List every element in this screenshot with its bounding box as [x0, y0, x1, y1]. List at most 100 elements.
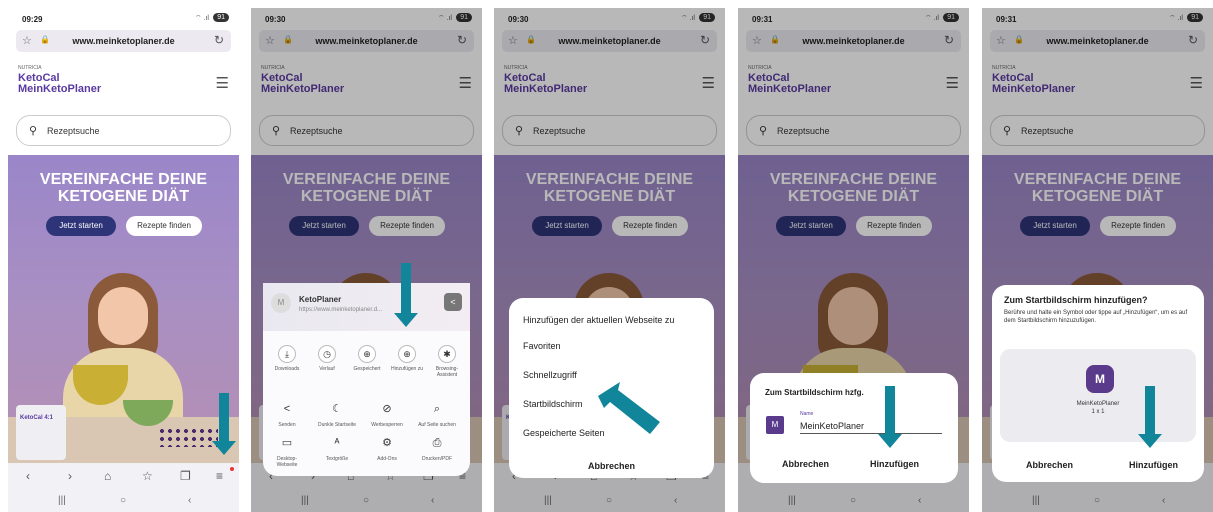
- dialog-description: Berühre und halte ein Symbol oder tippe …: [1004, 310, 1188, 324]
- menu-item-text-size[interactable]: ᴬ Textgröße: [317, 435, 357, 462]
- home-icon[interactable]: ⌂: [104, 469, 111, 483]
- menu-item-browsing-assistant[interactable]: ✱ Browsing-Assistent: [427, 345, 467, 378]
- url-text[interactable]: www.meinketoplaner.de: [16, 36, 231, 46]
- share-icon[interactable]: <: [444, 293, 462, 311]
- signal-icon: ⌔ .ıl: [195, 15, 209, 22]
- hero-banner: VEREINFACHE DEINE KETOGENE DIÄT Jetzt st…: [8, 155, 239, 463]
- menu-item-label: Hinzufügen zu: [391, 366, 423, 372]
- menu-item-desktop-site[interactable]: ▭ Desktop-Webseite: [267, 435, 307, 468]
- start-button[interactable]: Jetzt starten: [46, 216, 116, 236]
- cancel-button[interactable]: Abbrechen: [782, 459, 829, 469]
- berries-image: [158, 427, 218, 447]
- hero-title: VEREINFACHE DEINE KETOGENE DIÄT: [8, 171, 239, 205]
- menu-item-label: Verlauf: [319, 366, 335, 372]
- hero-title-line2: KETOGENE DIÄT: [57, 188, 190, 205]
- menu-item-label: Textgröße: [325, 456, 349, 462]
- menu-item-label: Senden: [278, 422, 296, 428]
- menu-item-label: Add-Ons: [377, 456, 397, 462]
- arrow-down: [885, 386, 895, 434]
- add-button[interactable]: Hinzufügen: [870, 459, 919, 469]
- menu-header: M KetoPlaner https://www.meinketoplaner.d.…: [263, 283, 470, 331]
- add-option-2[interactable]: Startbildschirm: [523, 399, 583, 409]
- phone-screen-4: 09:31 ⌔ .ıl 91 ☆ 🔒 www.meinketoplaner.de…: [738, 8, 969, 512]
- status-time: 09:29: [22, 15, 43, 24]
- add-to-title: Hinzufügen der aktuellen Webseite zu: [523, 315, 675, 325]
- bookmarks-icon[interactable]: ☆: [142, 469, 153, 483]
- find-recipes-button[interactable]: Rezepte finden: [126, 216, 202, 236]
- cancel-button[interactable]: Abbrechen: [509, 461, 714, 471]
- add-homescreen-dialog: Zum Startbildschirm hinzufügen? Berühre u…: [992, 285, 1204, 482]
- desktop-site-icon: ▭: [281, 437, 293, 449]
- reload-icon[interactable]: ↻: [214, 33, 224, 47]
- find-in-page-icon: ⌕: [433, 403, 441, 415]
- browser-menu-icon[interactable]: ≡: [216, 469, 223, 483]
- menu-item-downloads[interactable]: ⤓ Downloads: [267, 345, 307, 372]
- add-button[interactable]: Hinzufügen: [1129, 460, 1178, 470]
- history-icon: ◷: [318, 345, 336, 363]
- arrow-head: [394, 313, 418, 327]
- forward-icon[interactable]: ›: [68, 469, 72, 483]
- back-nav-icon[interactable]: ‹: [188, 495, 191, 506]
- site-url: https://www.meinketoplaner.d...: [299, 307, 383, 313]
- menu-item-add-to[interactable]: ⊕ Hinzufügen zu: [387, 345, 427, 372]
- browser-menu-sheet: M KetoPlaner https://www.meinketoplaner.d.…: [263, 283, 470, 476]
- ad-block-icon: ⊘: [382, 403, 392, 415]
- saved-icon: ⊕: [358, 345, 376, 363]
- arrow-down: [219, 393, 229, 441]
- url-bar[interactable]: ☆ 🔒 www.meinketoplaner.de ↻: [16, 30, 231, 52]
- add-to-icon: ⊕: [398, 345, 416, 363]
- dialog-title: Zum Startbildschirm hinzufügen?: [1004, 295, 1148, 305]
- add-option-1[interactable]: Schnellzugriff: [523, 370, 577, 380]
- status-bar: 09:29 ⌔ .ıl 91: [8, 8, 239, 30]
- menu-item-label: Downloads: [274, 366, 300, 372]
- menu-item-label: Werbesperren: [371, 422, 403, 428]
- menu-item-find-in-page[interactable]: ⌕ Auf Seite suchen: [417, 401, 457, 428]
- arrow-head: [212, 441, 236, 455]
- hero-title-line1: VEREINFACHE DEINE: [39, 171, 208, 188]
- site-name: KetoPlaner: [299, 295, 342, 304]
- app-size: 1 x 1: [1091, 409, 1105, 415]
- menu-item-history[interactable]: ◷ Verlauf: [307, 345, 347, 372]
- back-icon[interactable]: ‹: [26, 469, 30, 483]
- logo-line2: MeinKetoPlaner: [18, 83, 102, 95]
- menu-item-dark-home[interactable]: ☾ Dunkle Startseite: [317, 401, 357, 428]
- downloads-icon: ⤓: [278, 345, 296, 363]
- menu-item-send[interactable]: < Senden: [267, 401, 307, 428]
- browser-toolbar: ‹ › ⌂ ☆ ❐ ≡: [8, 463, 239, 491]
- system-nav-bar: ||| ○ ‹: [8, 491, 239, 512]
- add-home-dialog: Zum Startbildschirm hzfg. M Name MeinKetoPl…: [750, 373, 958, 483]
- menu-item-label: Desktop-Webseite: [276, 456, 298, 468]
- menu-item-print-pdf[interactable]: ⎙ Drucken/PDF: [417, 435, 457, 462]
- name-field[interactable]: MeinKetoPlaner: [800, 421, 942, 434]
- phone-screen-5: 09:31 ⌔ .ıl 91 ☆ 🔒 www.meinketoplaner.de…: [982, 8, 1213, 512]
- dark-home-icon: ☾: [332, 403, 342, 415]
- app-icon: M: [1086, 365, 1114, 393]
- app-preview[interactable]: M MeinKetoPlaner 1 x 1: [1000, 349, 1196, 442]
- recipe-search-input[interactable]: ⚲ Rezeptsuche: [16, 115, 231, 146]
- tutorial-strip: 09:29 ⌔ .ıl 91 ☆ 🔒 www.meinketoplaner.de…: [0, 0, 1213, 512]
- site-logo[interactable]: NUTRICIA KetoCal MeinKetoPlaner: [18, 66, 101, 95]
- browsing-assistant-icon: ✱: [438, 345, 456, 363]
- dialog-title: Zum Startbildschirm hzfg.: [765, 388, 864, 397]
- phone-screen-3: 09:30 ⌔ .ıl 91 ☆ 🔒 www.meinketoplaner.de…: [494, 8, 725, 512]
- hamburger-menu-icon[interactable]: ☰: [216, 74, 229, 92]
- menu-item-saved[interactable]: ⊕ Gespeichert: [347, 345, 387, 372]
- arrow-pointer: [598, 382, 660, 434]
- cancel-button[interactable]: Abbrechen: [1026, 460, 1073, 470]
- add-option-3[interactable]: Gespeicherte Seiten: [523, 428, 605, 438]
- site-avatar: M: [271, 293, 291, 313]
- arrow-head: [878, 434, 902, 448]
- arrow-head: [1138, 434, 1162, 448]
- app-icon: M: [766, 416, 784, 434]
- phone-screen-1: 09:29 ⌔ .ıl 91 ☆ 🔒 www.meinketoplaner.de…: [8, 8, 239, 512]
- home-nav-icon[interactable]: ○: [120, 495, 126, 506]
- add-option-0[interactable]: Favoriten: [523, 341, 561, 351]
- menu-item-ad-block[interactable]: ⊘ Werbesperren: [367, 401, 407, 428]
- tabs-icon[interactable]: ❐: [180, 469, 191, 483]
- name-label: Name: [800, 411, 814, 417]
- menu-item-label: Auf Seite suchen: [418, 422, 456, 428]
- text-size-icon: ᴬ: [334, 437, 340, 449]
- can-label: KetoCal 4:1: [20, 415, 54, 421]
- menu-item-add-ons[interactable]: ⚙ Add-Ons: [367, 435, 407, 462]
- recents-icon[interactable]: |||: [58, 495, 66, 506]
